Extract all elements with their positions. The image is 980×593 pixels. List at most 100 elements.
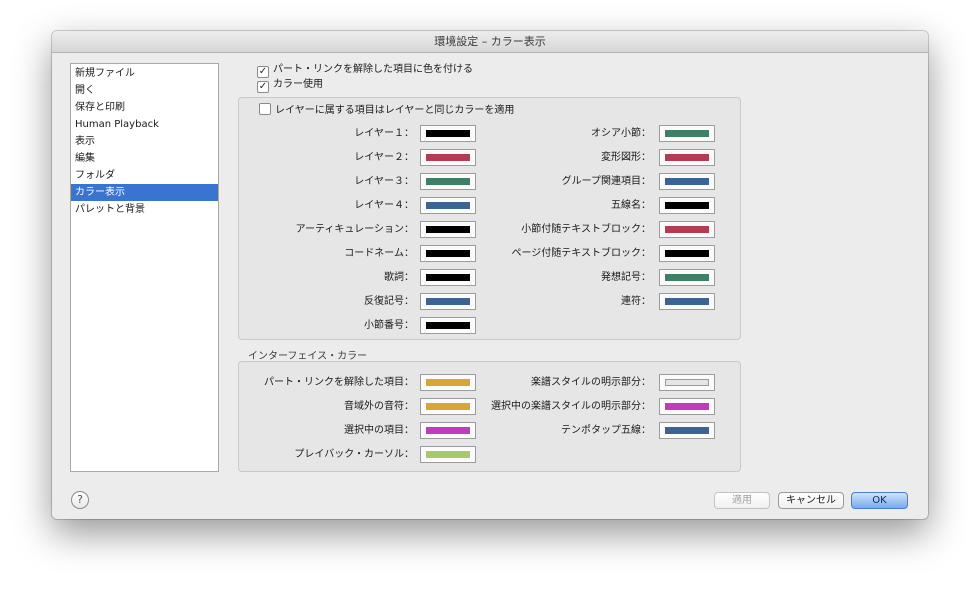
- color-swatch: [665, 250, 709, 257]
- color-label: レイヤー３：: [354, 176, 414, 187]
- category-list[interactable]: 新規ファイル 開く 保存と印刷 Human Playback 表示 編集 フォルダ カラー表示…: [70, 63, 219, 472]
- color-swatch: [426, 202, 470, 209]
- color-label: 連符：: [621, 296, 651, 307]
- color-label: 小節付随テキストブロック：: [521, 224, 651, 235]
- color-well[interactable]: [420, 422, 476, 439]
- layer-color-label: レイヤーに属する項目はレイヤーと同じカラーを適用: [275, 105, 515, 116]
- color-swatch: [426, 250, 470, 257]
- color-well[interactable]: [659, 245, 715, 262]
- color-label: 歌詞：: [384, 272, 414, 283]
- sidebar-item[interactable]: 表示: [71, 133, 218, 150]
- interface-colors-group: パート・リンクを解除した項目： 音域外の音符： 選択中の項目： プレイバック・カーソル…: [238, 361, 741, 472]
- color-swatch: [665, 202, 709, 209]
- color-swatch: [426, 178, 470, 185]
- color-label: プレイバック・カーソル：: [294, 449, 414, 460]
- color-label: 変形図形：: [601, 152, 651, 163]
- use-color-checkbox-box[interactable]: ✓: [257, 81, 269, 93]
- cancel-button[interactable]: キャンセル: [778, 492, 844, 509]
- color-swatch: [665, 154, 709, 161]
- sidebar-item[interactable]: カラー表示: [71, 184, 218, 201]
- color-swatch: [426, 274, 470, 281]
- color-swatch: [426, 379, 470, 386]
- color-well[interactable]: [659, 173, 715, 190]
- color-label: レイヤー４：: [354, 200, 414, 211]
- parts-link-checkbox-box[interactable]: ✓: [257, 66, 269, 78]
- sidebar-item[interactable]: 新規ファイル: [71, 65, 218, 82]
- color-swatch: [426, 427, 470, 434]
- apply-button[interactable]: 適用: [714, 492, 770, 509]
- color-well[interactable]: [420, 293, 476, 310]
- color-swatch: [426, 403, 470, 410]
- color-well[interactable]: [659, 269, 715, 286]
- use-color-checkbox[interactable]: ✓ カラー使用: [257, 78, 323, 93]
- color-well[interactable]: [659, 125, 715, 142]
- color-well[interactable]: [659, 149, 715, 166]
- parts-link-checkbox[interactable]: ✓ パート・リンクを解除した項目に色を付ける: [257, 63, 473, 78]
- color-label: 反復記号：: [364, 296, 414, 307]
- sidebar-item[interactable]: 開く: [71, 82, 218, 99]
- color-label: パート・リンクを解除した項目：: [264, 377, 414, 388]
- color-well[interactable]: [659, 293, 715, 310]
- color-label: オシア小節：: [591, 128, 651, 139]
- color-well[interactable]: [420, 125, 476, 142]
- color-swatch: [665, 379, 709, 386]
- preferences-window: 環境設定 – カラー表示 新規ファイル 開く 保存と印刷 Human Playback…: [52, 31, 928, 519]
- color-swatch: [426, 451, 470, 458]
- use-color-label: カラー使用: [273, 79, 323, 90]
- color-swatch: [426, 154, 470, 161]
- color-label: レイヤー２：: [354, 152, 414, 163]
- color-well[interactable]: [420, 398, 476, 415]
- color-label: グループ関連項目：: [561, 176, 651, 187]
- sidebar-item[interactable]: 保存と印刷: [71, 99, 218, 116]
- sidebar-item[interactable]: Human Playback: [71, 116, 218, 133]
- color-swatch: [665, 178, 709, 185]
- sidebar-item[interactable]: パレットと背景: [71, 201, 218, 218]
- color-well[interactable]: [420, 269, 476, 286]
- color-well[interactable]: [420, 173, 476, 190]
- color-label: レイヤー１：: [354, 128, 414, 139]
- layer-color-checkbox[interactable]: レイヤーに属する項目はレイヤーと同じカラーを適用: [259, 103, 514, 117]
- color-swatch: [665, 298, 709, 305]
- color-well[interactable]: [420, 245, 476, 262]
- color-well[interactable]: [420, 374, 476, 391]
- color-swatch: [665, 274, 709, 281]
- color-swatch: [665, 226, 709, 233]
- color-label: アーティキュレーション：: [295, 224, 414, 235]
- color-label: ページ付随テキストブロック：: [511, 248, 652, 259]
- color-well[interactable]: [659, 374, 715, 391]
- layer-color-checkbox-box[interactable]: [259, 103, 271, 115]
- sidebar-item[interactable]: 編集: [71, 150, 218, 167]
- color-swatch: [426, 298, 470, 305]
- color-well[interactable]: [659, 398, 715, 415]
- color-well[interactable]: [420, 446, 476, 463]
- color-well[interactable]: [659, 197, 715, 214]
- color-label: 楽譜スタイルの明示部分：: [531, 377, 651, 388]
- color-well[interactable]: [659, 422, 715, 439]
- color-swatch: [426, 130, 470, 137]
- color-swatch: [426, 322, 470, 329]
- color-label: 発想記号：: [601, 272, 651, 283]
- color-label: テンポタップ五線：: [561, 425, 651, 436]
- color-label: 五線名：: [611, 200, 651, 211]
- color-label: 選択中の楽譜スタイルの明示部分：: [491, 401, 651, 412]
- parts-link-label: パート・リンクを解除した項目に色を付ける: [273, 64, 473, 75]
- interface-colors-title: インターフェイス・カラー: [248, 351, 368, 362]
- color-swatch: [665, 130, 709, 137]
- window-title: 環境設定 – カラー表示: [52, 31, 928, 53]
- sidebar-item[interactable]: フォルダ: [71, 167, 218, 184]
- color-well[interactable]: [420, 317, 476, 334]
- color-swatch: [665, 403, 709, 410]
- help-button[interactable]: ?: [71, 491, 89, 509]
- color-label: コードネーム：: [344, 248, 414, 259]
- color-well[interactable]: [420, 149, 476, 166]
- color-swatch: [665, 427, 709, 434]
- color-label: 音域外の音符：: [344, 401, 414, 412]
- color-well[interactable]: [659, 221, 715, 238]
- ok-button[interactable]: OK: [851, 492, 908, 509]
- color-swatch: [426, 226, 470, 233]
- color-well[interactable]: [420, 221, 476, 238]
- color-label: 選択中の項目：: [344, 425, 414, 436]
- color-settings-group: レイヤーに属する項目はレイヤーと同じカラーを適用 レイヤー１： レイヤー２： レイヤ…: [238, 97, 741, 340]
- color-well[interactable]: [420, 197, 476, 214]
- color-label: 小節番号：: [364, 320, 414, 331]
